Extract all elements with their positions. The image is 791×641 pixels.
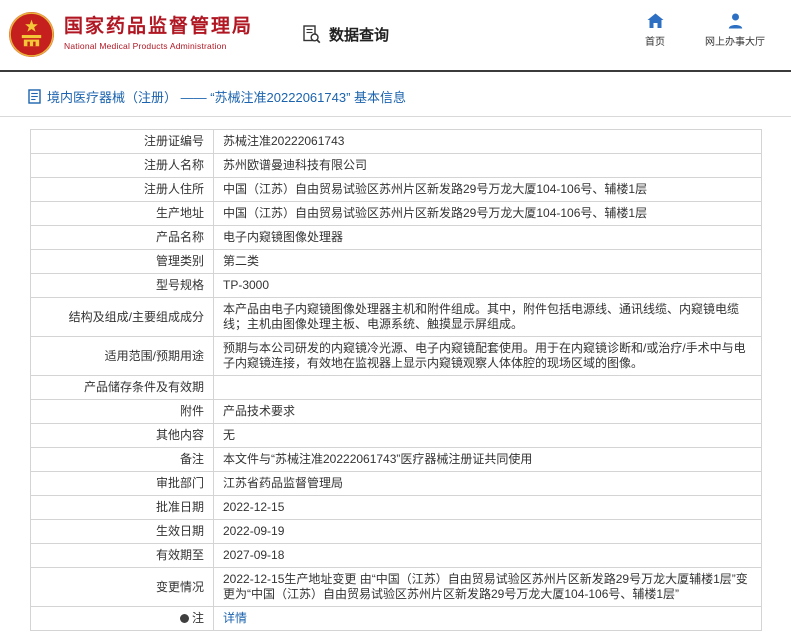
national-emblem-logo: [8, 11, 55, 58]
row-value: TP-3000: [214, 274, 762, 298]
row-value: 2022-12-15: [214, 496, 762, 520]
row-label: 有效期至: [31, 544, 214, 568]
row-value: 中国（江苏）自由贸易试验区苏州片区新发路29号万龙大厦104-106号、辅楼1层: [214, 202, 762, 226]
row-label: 产品名称: [31, 226, 214, 250]
row-value: 2022-09-19: [214, 520, 762, 544]
table-row: 结构及组成/主要组成成分 本产品由电子内窥镜图像处理器主机和附件组成。其中，附件…: [31, 298, 762, 337]
table-row: 型号规格 TP-3000: [31, 274, 762, 298]
user-icon: [728, 13, 743, 29]
table-row: 有效期至 2027-09-18: [31, 544, 762, 568]
page-title: 境内医疗器械（注册） —— “苏械注准20222061743” 基本信息: [47, 87, 406, 106]
row-label: 管理类别: [31, 250, 214, 274]
row-value: 第二类: [214, 250, 762, 274]
table-row: 附件 产品技术要求: [31, 400, 762, 424]
document-icon: [28, 89, 41, 104]
row-label: 审批部门: [31, 472, 214, 496]
row-value: 预期与本公司研发的内窥镜冷光源、电子内窥镜配套使用。用于在内窥镜诊断和/或治疗/…: [214, 337, 762, 376]
row-value: 产品技术要求: [214, 400, 762, 424]
row-value: 2027-09-18: [214, 544, 762, 568]
row-label: 批准日期: [31, 496, 214, 520]
row-label: 注册人名称: [31, 154, 214, 178]
row-value: 无: [214, 424, 762, 448]
row-value: 苏械注准20222061743: [214, 130, 762, 154]
registration-info-section: 注册证编号 苏械注准20222061743 注册人名称 苏州欧谱曼迪科技有限公司…: [0, 117, 791, 641]
header-right-nav: 首页 网上办事大厅: [635, 13, 765, 48]
detail-link[interactable]: 详情: [223, 611, 247, 625]
nav-home[interactable]: 首页: [635, 13, 675, 48]
row-label: 适用范围/预期用途: [31, 337, 214, 376]
row-value: 中国（江苏）自由贸易试验区苏州片区新发路29号万龙大厦104-106号、辅楼1层: [214, 178, 762, 202]
row-label: 附件: [31, 400, 214, 424]
home-icon: [647, 13, 664, 29]
table-row: 产品储存条件及有效期: [31, 376, 762, 400]
row-value: 江苏省药品监督管理局: [214, 472, 762, 496]
table-row: 注册证编号 苏械注准20222061743: [31, 130, 762, 154]
table-row: 生效日期 2022-09-19: [31, 520, 762, 544]
note-icon: [180, 614, 189, 623]
breadcrumb: 境内医疗器械（注册） —— “苏械注准20222061743” 基本信息: [0, 72, 791, 117]
table-row: 其他内容 无: [31, 424, 762, 448]
row-label: 产品储存条件及有效期: [31, 376, 214, 400]
row-label: 注: [31, 607, 214, 631]
row-value: 苏州欧谱曼迪科技有限公司: [214, 154, 762, 178]
row-label: 备注: [31, 448, 214, 472]
row-value: 电子内窥镜图像处理器: [214, 226, 762, 250]
info-table: 注册证编号 苏械注准20222061743 注册人名称 苏州欧谱曼迪科技有限公司…: [30, 129, 762, 631]
nav-data-query[interactable]: 数据查询: [301, 24, 389, 45]
table-row: 注册人住所 中国（江苏）自由贸易试验区苏州片区新发路29号万龙大厦104-106…: [31, 178, 762, 202]
table-row: 审批部门 江苏省药品监督管理局: [31, 472, 762, 496]
nav-home-label: 首页: [645, 33, 665, 48]
row-value: 本文件与“苏械注准20222061743”医疗器械注册证共同使用: [214, 448, 762, 472]
row-label: 结构及组成/主要组成成分: [31, 298, 214, 337]
row-label: 注册人住所: [31, 178, 214, 202]
table-row: 注 详情: [31, 607, 762, 631]
row-label: 其他内容: [31, 424, 214, 448]
row-label: 注册证编号: [31, 130, 214, 154]
row-value: 本产品由电子内窥镜图像处理器主机和附件组成。其中，附件包括电源线、通讯线缆、内窥…: [214, 298, 762, 337]
table-row: 管理类别 第二类: [31, 250, 762, 274]
page: 国家药品监督管理局 National Medical Products Admi…: [0, 0, 791, 641]
site-header: 国家药品监督管理局 National Medical Products Admi…: [0, 0, 791, 70]
table-row: 产品名称 电子内窥镜图像处理器: [31, 226, 762, 250]
agency-title-block: 国家药品监督管理局 National Medical Products Admi…: [64, 17, 253, 51]
row-value: 详情: [214, 607, 762, 631]
table-row: 备注 本文件与“苏械注准20222061743”医疗器械注册证共同使用: [31, 448, 762, 472]
data-query-label: 数据查询: [329, 24, 389, 45]
table-row: 批准日期 2022-12-15: [31, 496, 762, 520]
nav-service-hall[interactable]: 网上办事大厅: [705, 13, 765, 48]
data-query-icon: [301, 24, 322, 45]
agency-name-en: National Medical Products Administration: [64, 42, 253, 51]
row-label: 生效日期: [31, 520, 214, 544]
nav-service-hall-label: 网上办事大厅: [705, 33, 765, 48]
row-label: 生产地址: [31, 202, 214, 226]
table-row: 注册人名称 苏州欧谱曼迪科技有限公司: [31, 154, 762, 178]
table-row: 生产地址 中国（江苏）自由贸易试验区苏州片区新发路29号万龙大厦104-106号…: [31, 202, 762, 226]
table-row: 适用范围/预期用途 预期与本公司研发的内窥镜冷光源、电子内窥镜配套使用。用于在内…: [31, 337, 762, 376]
row-label-text: 注: [192, 611, 204, 625]
row-label: 型号规格: [31, 274, 214, 298]
agency-name-cn: 国家药品监督管理局: [64, 17, 253, 38]
row-value: [214, 376, 762, 400]
